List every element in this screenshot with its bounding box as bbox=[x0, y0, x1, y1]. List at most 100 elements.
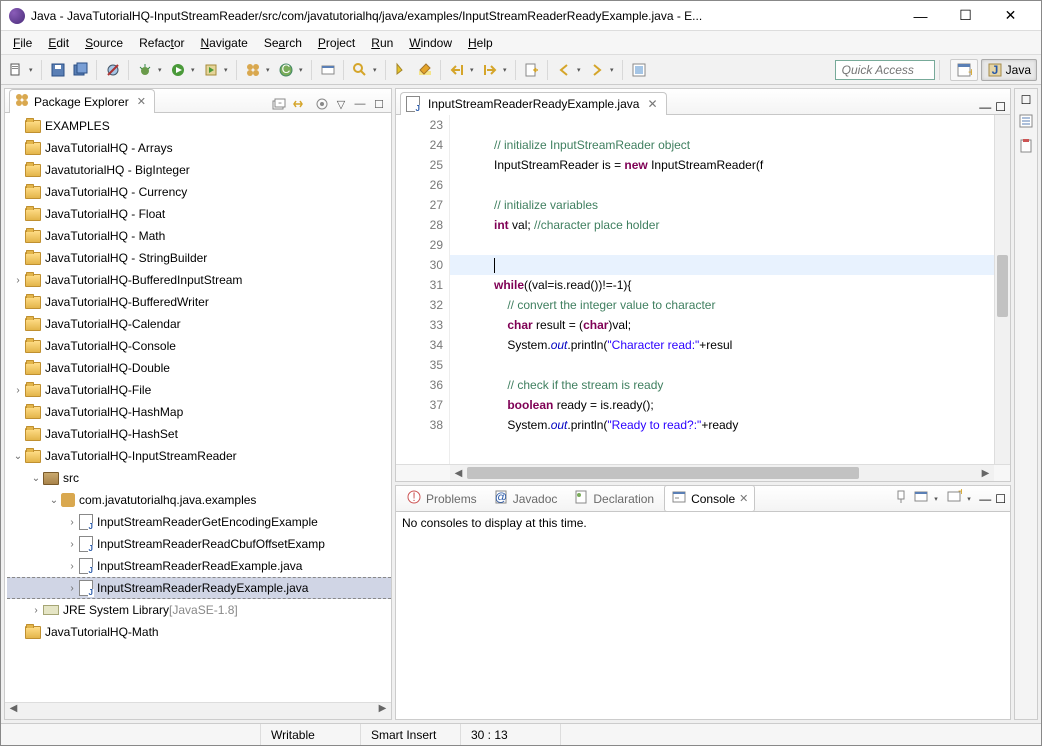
breakpoint-ruler[interactable] bbox=[396, 115, 408, 464]
view-menu-icon[interactable]: ▽ bbox=[333, 96, 349, 112]
editor-minimize-icon[interactable]: — bbox=[979, 100, 991, 114]
twisty-collapsed-icon[interactable]: › bbox=[65, 539, 79, 550]
tab-declaration[interactable]: Declaration bbox=[567, 486, 660, 511]
menu-help[interactable]: Help bbox=[460, 34, 501, 52]
open-type-button[interactable] bbox=[317, 59, 339, 81]
tree-item[interactable]: JavaTutorialHQ-Calendar bbox=[7, 313, 391, 335]
collapse-all-icon[interactable]: - bbox=[271, 96, 287, 112]
editor-hscrollbar[interactable]: ◀▶ bbox=[396, 464, 1010, 481]
menu-window[interactable]: Window bbox=[401, 34, 460, 52]
package-explorer-tree[interactable]: EXAMPLESJavaTutorialHQ - ArraysJavatutor… bbox=[5, 113, 391, 702]
code-line[interactable]: boolean ready = is.ready(); bbox=[454, 395, 994, 415]
twisty-collapsed-icon[interactable]: › bbox=[11, 275, 25, 286]
minimize-button[interactable]: — bbox=[898, 1, 943, 30]
search-button[interactable] bbox=[349, 59, 371, 81]
hscroll-right-icon[interactable]: ▶ bbox=[977, 468, 994, 479]
new-package-dropdown[interactable]: ▾ bbox=[265, 66, 274, 74]
code-line[interactable] bbox=[454, 175, 994, 195]
tree-item[interactable]: ⌄JavaTutorialHQ-InputStreamReader bbox=[7, 445, 391, 467]
tree-item[interactable]: JavaTutorialHQ - StringBuilder bbox=[7, 247, 391, 269]
code-line[interactable]: char result = (char)val; bbox=[454, 315, 994, 335]
twisty-expanded-icon[interactable]: ⌄ bbox=[29, 473, 43, 484]
tab-javadoc[interactable]: @Javadoc bbox=[487, 486, 564, 511]
last-edit-button[interactable] bbox=[521, 59, 543, 81]
tree-item[interactable]: JavaTutorialHQ - Arrays bbox=[7, 137, 391, 159]
code-area[interactable]: // initialize InputStreamReader object I… bbox=[450, 115, 994, 464]
editor-tab-close-icon[interactable]: ✕ bbox=[647, 97, 657, 111]
hscroll-left-icon[interactable]: ◀ bbox=[450, 468, 467, 479]
twisty-collapsed-icon[interactable]: › bbox=[29, 605, 43, 616]
package-explorer-tab[interactable]: Package Explorer ✕ bbox=[9, 89, 155, 113]
run-dropdown[interactable]: ▾ bbox=[190, 66, 199, 74]
run-last-button[interactable] bbox=[200, 59, 222, 81]
tab-close-icon[interactable]: ✕ bbox=[739, 492, 748, 505]
tree-item[interactable]: JavatutorialHQ - BigInteger bbox=[7, 159, 391, 181]
bottom-maximize-icon[interactable]: ☐ bbox=[995, 492, 1006, 506]
code-line[interactable] bbox=[450, 255, 994, 275]
display-console-dropdown[interactable]: ▾ bbox=[933, 495, 942, 503]
link-editor-icon[interactable] bbox=[290, 96, 306, 112]
open-perspective-button[interactable]: + bbox=[950, 59, 978, 81]
new-console-dropdown[interactable]: ▾ bbox=[966, 495, 975, 503]
save-button[interactable] bbox=[47, 59, 69, 81]
next-annotation-dropdown[interactable]: ▾ bbox=[502, 66, 511, 74]
restore-icon[interactable]: ☐ bbox=[1021, 93, 1032, 107]
hscroll-left-icon[interactable]: ◀ bbox=[5, 703, 22, 719]
skip-breakpoints-button[interactable] bbox=[102, 59, 124, 81]
tree-item[interactable]: ›InputStreamReaderGetEncodingExample bbox=[7, 511, 391, 533]
tree-item[interactable]: ›JRE System Library [JavaSE-1.8] bbox=[7, 599, 391, 621]
new-button[interactable] bbox=[5, 59, 27, 81]
tree-item[interactable]: ⌄src bbox=[7, 467, 391, 489]
twisty-collapsed-icon[interactable]: › bbox=[11, 385, 25, 396]
bottom-minimize-icon[interactable]: — bbox=[979, 492, 991, 506]
close-button[interactable]: ✕ bbox=[988, 1, 1033, 30]
code-line[interactable]: System.out.println("Ready to read?:"+rea… bbox=[454, 415, 994, 435]
new-console-icon[interactable]: + bbox=[946, 489, 962, 508]
code-line[interactable]: // check if the stream is ready bbox=[454, 375, 994, 395]
package-explorer-close-icon[interactable]: ✕ bbox=[137, 95, 146, 108]
editor-maximize-icon[interactable]: ☐ bbox=[995, 100, 1006, 114]
tree-item[interactable]: ⌄com.javatutorialhq.java.examples bbox=[7, 489, 391, 511]
code-line[interactable]: while((val=is.read())!=-1){ bbox=[454, 275, 994, 295]
prev-annotation-button[interactable] bbox=[446, 59, 468, 81]
display-console-icon[interactable] bbox=[913, 489, 929, 508]
tree-item[interactable]: JavaTutorialHQ - Currency bbox=[7, 181, 391, 203]
tree-item[interactable]: JavaTutorialHQ-Double bbox=[7, 357, 391, 379]
tree-item[interactable]: ›InputStreamReaderReadCbufOffsetExamp bbox=[7, 533, 391, 555]
menu-source[interactable]: Source bbox=[77, 34, 131, 52]
toggle-highlight-button[interactable] bbox=[414, 59, 436, 81]
code-line[interactable] bbox=[454, 355, 994, 375]
editor-vscrollbar[interactable] bbox=[994, 115, 1010, 464]
save-all-button[interactable] bbox=[70, 59, 92, 81]
outline-icon[interactable] bbox=[1018, 113, 1034, 132]
tree-item[interactable]: JavaTutorialHQ-HashSet bbox=[7, 423, 391, 445]
tree-item[interactable]: ›InputStreamReaderReadyExample.java bbox=[7, 577, 391, 599]
search-dropdown[interactable]: ▾ bbox=[372, 66, 381, 74]
tree-item[interactable]: JavaTutorialHQ-Console bbox=[7, 335, 391, 357]
tree-item[interactable]: ›InputStreamReaderReadExample.java bbox=[7, 555, 391, 577]
tree-item[interactable]: JavaTutorialHQ-HashMap bbox=[7, 401, 391, 423]
tree-item[interactable]: ›JavaTutorialHQ-BufferedInputStream bbox=[7, 269, 391, 291]
back-dropdown[interactable]: ▾ bbox=[576, 66, 585, 74]
new-class-button[interactable]: C bbox=[275, 59, 297, 81]
menu-project[interactable]: Project bbox=[310, 34, 363, 52]
menu-navigate[interactable]: Navigate bbox=[192, 34, 255, 52]
forward-dropdown[interactable]: ▾ bbox=[609, 66, 618, 74]
toggle-mark-button[interactable] bbox=[391, 59, 413, 81]
tree-item[interactable]: ›JavaTutorialHQ-File bbox=[7, 379, 391, 401]
menu-file[interactable]: File bbox=[5, 34, 40, 52]
twisty-collapsed-icon[interactable]: › bbox=[65, 583, 79, 594]
tab-console[interactable]: Console✕ bbox=[664, 485, 755, 512]
next-annotation-button[interactable] bbox=[479, 59, 501, 81]
debug-button[interactable] bbox=[134, 59, 156, 81]
new-dropdown[interactable]: ▾ bbox=[28, 66, 37, 74]
code-line[interactable]: // initialize InputStreamReader object bbox=[454, 135, 994, 155]
twisty-expanded-icon[interactable]: ⌄ bbox=[11, 451, 25, 462]
menu-run[interactable]: Run bbox=[363, 34, 401, 52]
tree-item[interactable]: JavaTutorialHQ-Math bbox=[7, 621, 391, 643]
back-button[interactable] bbox=[553, 59, 575, 81]
hscroll-right-icon[interactable]: ▶ bbox=[374, 703, 391, 719]
menu-edit[interactable]: Edit bbox=[40, 34, 77, 52]
quick-access-input[interactable] bbox=[835, 60, 935, 80]
code-line[interactable]: // convert the integer value to characte… bbox=[454, 295, 994, 315]
